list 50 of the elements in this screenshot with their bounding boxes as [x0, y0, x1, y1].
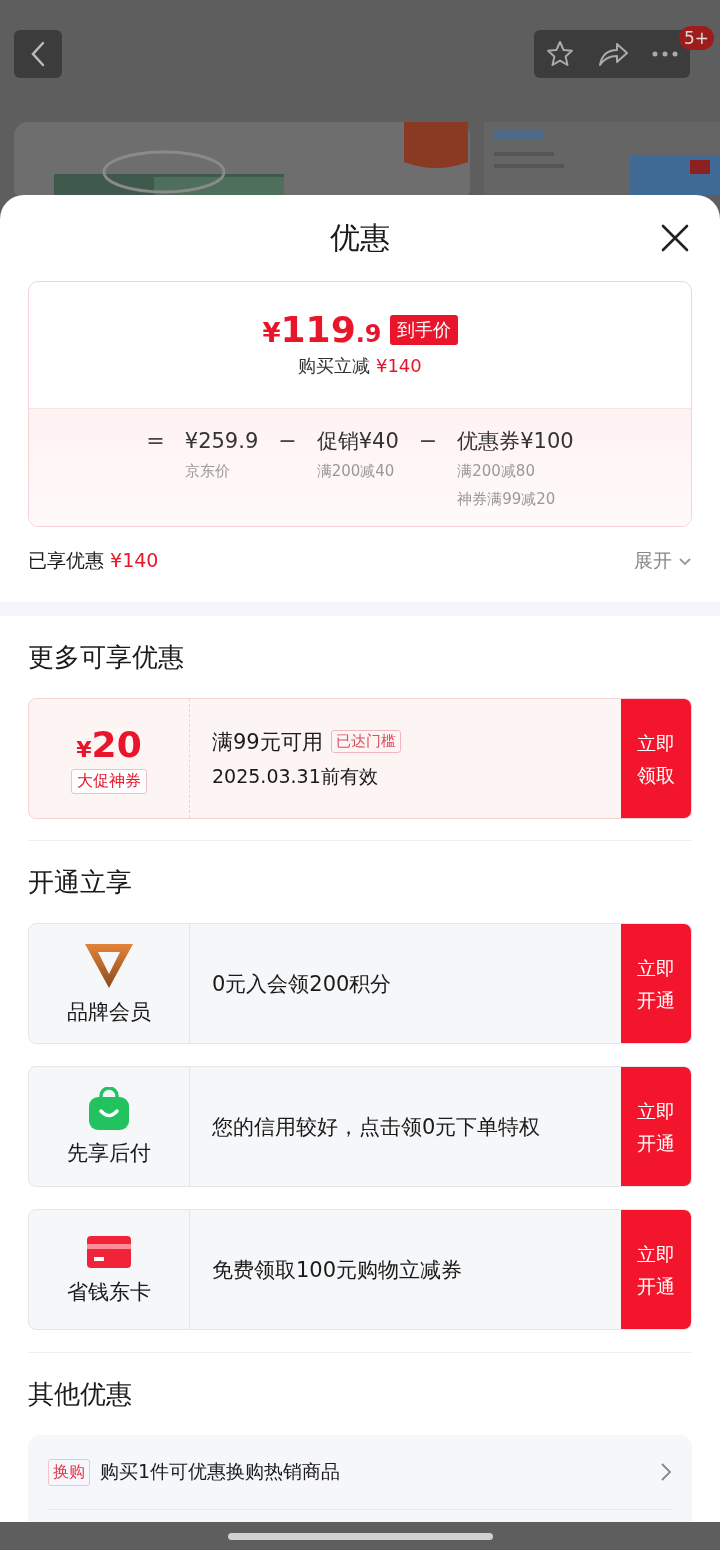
- benefit-name: 品牌会员: [67, 998, 151, 1026]
- section-title: 其他优惠: [27, 1377, 133, 1411]
- claim-button[interactable]: 立即领取: [621, 699, 691, 818]
- more-icon[interactable]: [651, 50, 679, 58]
- price-note: 满200减80: [457, 461, 536, 482]
- v-logo-icon: [84, 941, 134, 990]
- notification-badge: 5+: [678, 26, 714, 50]
- back-button[interactable]: [14, 30, 62, 78]
- saving-text: 购买立减 ¥140: [298, 354, 422, 378]
- threshold-badge: 已达门槛: [330, 730, 401, 753]
- price-component: 优惠券¥100: [457, 428, 574, 455]
- price-note: 满200减40: [316, 461, 396, 482]
- activate-button[interactable]: 立即开通: [621, 924, 691, 1043]
- section-title: 开通立享: [27, 865, 133, 899]
- coupon-tag: 大促神券: [71, 768, 147, 794]
- operator-sign: −: [418, 427, 438, 455]
- operator-sign: =: [146, 427, 165, 455]
- price-component: 促销¥40: [316, 428, 399, 455]
- share-icon[interactable]: [597, 40, 629, 68]
- price-note: 京东价: [184, 461, 231, 482]
- offer-row[interactable]: 换购 购买1件可优惠换购热销商品: [48, 1435, 672, 1510]
- expand-link[interactable]: 展开: [634, 548, 692, 574]
- activate-button[interactable]: 立即开通: [621, 1067, 691, 1186]
- close-icon[interactable]: [660, 223, 690, 253]
- benefit-description: 免费领取100元购物立减券: [212, 1256, 463, 1284]
- benefit-description: 0元入会领200积分: [212, 970, 392, 998]
- benefit-description: 您的信用较好，点击领0元下单特权: [212, 1113, 541, 1141]
- benefit-name: 先享后付: [67, 1139, 151, 1167]
- sheet-title: 优惠: [330, 218, 390, 257]
- enjoyed-discount: 已享优惠 ¥140: [28, 548, 159, 573]
- coupon-condition: 满99元可用: [212, 728, 323, 756]
- price-note: 神券满99减20: [457, 489, 557, 510]
- offer-text: 购买1件可优惠换购热销商品: [100, 1459, 342, 1484]
- back-icon: [30, 41, 46, 67]
- section-title: 更多可享优惠: [27, 640, 185, 674]
- chevron-down-icon: [678, 556, 692, 566]
- offer-tag: 换购: [48, 1458, 90, 1486]
- final-price: ¥119.9: [262, 312, 382, 348]
- star-icon[interactable]: [545, 39, 575, 69]
- activate-button[interactable]: 立即开通: [621, 1210, 691, 1329]
- coupon-amount: ¥20: [76, 723, 142, 765]
- price-tag: 到手价: [389, 315, 458, 345]
- home-indicator[interactable]: [227, 1532, 493, 1540]
- operator-sign: −: [278, 427, 297, 455]
- chevron-right-icon: [660, 1462, 672, 1482]
- benefit-name: 省钱东卡: [67, 1278, 151, 1306]
- coupon-validity: 2025.03.31前有效: [212, 763, 379, 789]
- price-component: ¥259.9: [184, 428, 259, 455]
- shopping-bag-icon: [87, 1086, 131, 1131]
- card-icon: [86, 1233, 132, 1270]
